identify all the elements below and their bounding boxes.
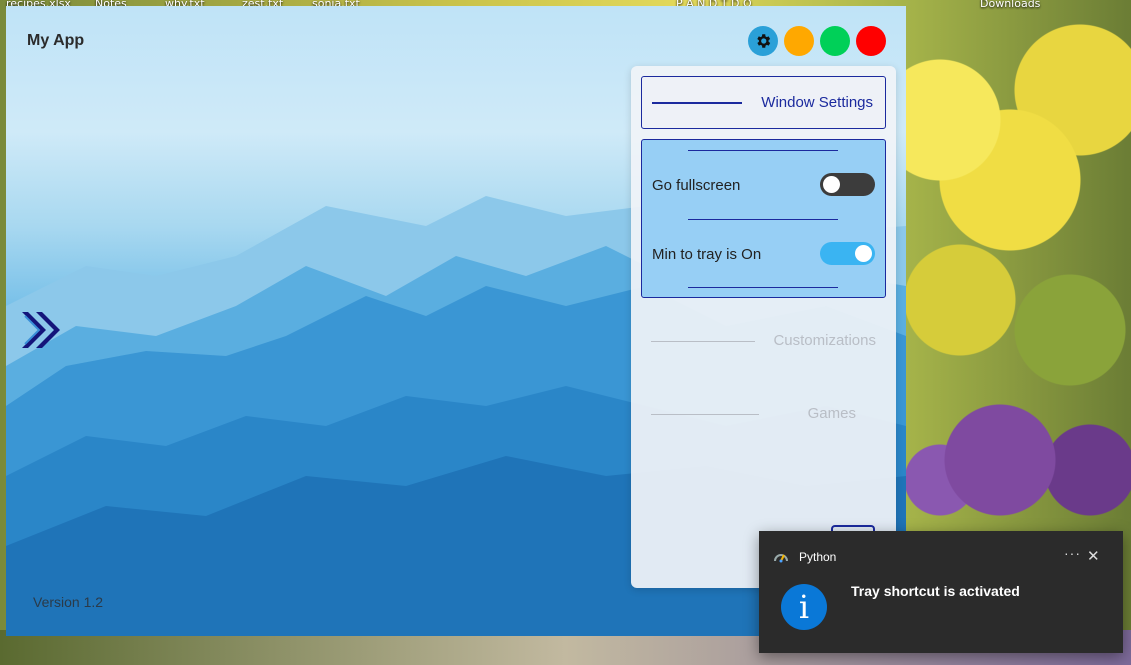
desktop-icon-label[interactable]: Downloads [980, 0, 1040, 10]
toast-notification[interactable]: Python ··· ✕ i Tray shortcut is activate… [759, 531, 1123, 653]
window-settings-header[interactable]: Window Settings [641, 76, 886, 129]
header-line [652, 102, 742, 104]
divider [688, 219, 838, 220]
games-label: Games [807, 405, 856, 422]
header-line [651, 414, 759, 415]
settings-button[interactable] [748, 26, 778, 56]
maximize-button[interactable] [820, 26, 850, 56]
header-line [651, 341, 755, 342]
window-settings-body: Go fullscreen Min to tray is On [641, 139, 886, 298]
toast-message: Tray shortcut is activated [851, 583, 1020, 599]
minimize-button[interactable] [784, 26, 814, 56]
fullscreen-toggle[interactable] [820, 173, 875, 196]
close-icon[interactable]: ✕ [1087, 547, 1100, 565]
games-header[interactable]: Games [651, 405, 876, 425]
settings-panel: Window Settings Go fullscreen Min to tra… [631, 66, 896, 588]
divider [688, 287, 838, 288]
fullscreen-label: Go fullscreen [652, 177, 741, 194]
customizations-header[interactable]: Customizations [651, 332, 876, 352]
gear-icon [757, 34, 771, 48]
toggle-knob [823, 176, 840, 193]
python-app-icon [774, 554, 788, 563]
customizations-label: Customizations [773, 332, 876, 349]
version-label: Version 1.2 [33, 594, 104, 610]
info-glyph: i [798, 588, 810, 626]
divider [688, 150, 838, 151]
app-title: My App [27, 32, 85, 49]
min-to-tray-toggle[interactable] [820, 242, 875, 265]
more-options-icon[interactable]: ··· [1064, 545, 1081, 561]
window-settings-label: Window Settings [761, 94, 873, 111]
toast-app-name: Python [799, 550, 837, 564]
toggle-knob [855, 245, 872, 262]
double-chevron-right-icon[interactable] [20, 308, 66, 352]
close-button[interactable] [856, 26, 886, 56]
info-icon: i [781, 584, 827, 630]
min-to-tray-label: Min to tray is On [652, 246, 762, 263]
